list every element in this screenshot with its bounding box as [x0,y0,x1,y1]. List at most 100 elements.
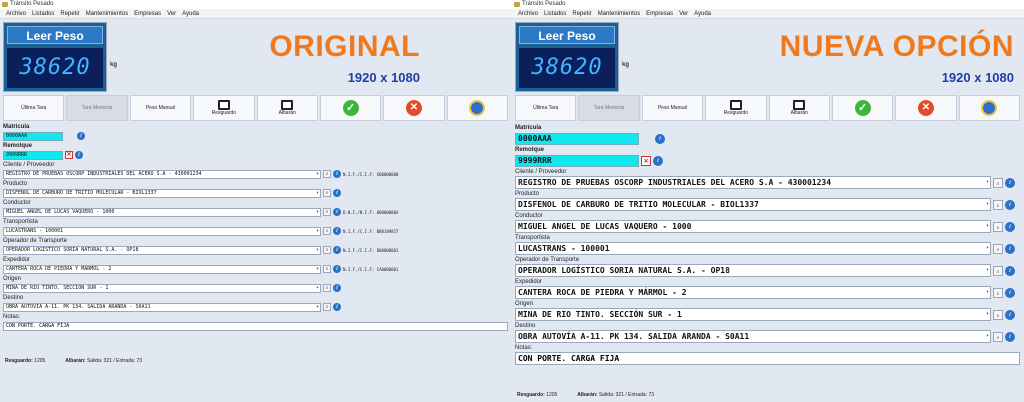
info-icon[interactable]: i [1005,199,1015,210]
operador-label: Operador de Transporte [3,238,68,244]
search-icon[interactable]: ⌕ [323,170,331,178]
info-icon[interactable]: i [333,303,341,311]
albaran-button[interactable]: Albarán [768,95,830,121]
search-icon[interactable]: ⌕ [993,331,1003,342]
search-icon[interactable]: ⌕ [323,265,331,273]
menu-empresas[interactable]: Empresas [134,9,161,18]
read-weight-button[interactable]: Leer Peso [7,26,103,44]
albaran-button[interactable]: Albarán [256,95,318,121]
info-icon[interactable]: i [1005,243,1015,254]
destino-combo[interactable]: OBRA AUTOVÍA A-11. PK 134. SALIDA ARANDA… [3,302,321,312]
search-icon[interactable]: ⌕ [993,199,1003,210]
menu-ver[interactable]: Ver [679,9,688,18]
menu-listados[interactable]: Listados [544,9,566,18]
remolque-input[interactable]: 9999RRR [515,154,639,167]
info-icon[interactable]: i [653,155,663,166]
menu-archivo[interactable]: Archivo [6,9,26,18]
tara-memoria-button[interactable]: Tara Memoria [66,95,128,121]
operador-combo[interactable]: OPERADOR LOGÍSTICO SORIA NATURAL S.A. - … [3,245,321,255]
info-icon[interactable]: i [333,284,341,292]
destino-value: OBRA AUTOVÍA A-11. PK 134. SALIDA ARANDA… [6,303,151,310]
info-icon[interactable]: i [75,151,83,159]
menu-ayuda[interactable]: Ayuda [182,9,199,18]
search-icon[interactable]: ⌕ [993,177,1003,188]
web-button[interactable] [446,95,508,121]
destino-combo[interactable]: OBRA AUTOVÍA A-11. PK 134. SALIDA ARANDA… [515,330,991,343]
tara-memoria-button[interactable]: Tara Memoria [578,95,640,121]
search-icon[interactable]: ⌕ [323,189,331,197]
notas-input[interactable]: CON PORTE. CARGA FIJA [3,321,508,331]
producto-combo[interactable]: DISFENOL DE CARBURO DE TRITIO MOLECULAR … [3,188,321,198]
info-icon[interactable]: i [333,208,341,216]
delete-icon[interactable]: ✕ [641,155,651,166]
ok-icon: ✓ [342,100,359,116]
search-icon[interactable]: ⌕ [993,243,1003,254]
search-icon[interactable]: ⌕ [323,246,331,254]
origen-combo[interactable]: MINA DE RIO TINTO. SECCIÓN SUR - 1 ▾ [3,283,321,293]
info-icon[interactable]: i [333,189,341,197]
origen-combo[interactable]: MINA DE RIO TINTO. SECCIÓN SUR - 1 ▾ [515,308,991,321]
expedidor-combo[interactable]: CANTERA ROCA DE PIEDRA Y MÁRMOL - 2 ▾ [3,264,321,274]
transportista-combo[interactable]: LUCASTRANS - 100001 ▾ [515,242,991,255]
menu-ayuda[interactable]: Ayuda [694,9,711,18]
conductor-combo[interactable]: MIGUEL ANGEL DE LUCAS VAQUERO - 1000 ▾ [515,220,991,233]
cancel-button[interactable]: ✕ [895,95,957,121]
search-icon[interactable]: ⌕ [323,208,331,216]
matricula-input[interactable]: 0000AAA [3,131,63,141]
remolque-input[interactable]: 9999RRR [3,150,63,160]
info-icon[interactable]: i [1005,331,1015,342]
menu-empresas[interactable]: Empresas [646,9,673,18]
notas-input[interactable]: CON PORTE. CARGA FIJA [515,352,1020,365]
menu-ver[interactable]: Ver [167,9,176,18]
cliente-combo[interactable]: REGISTRO DE PRUEBAS OSCORP INDUSTRIALES … [3,169,321,179]
read-weight-button[interactable]: Leer Peso [519,26,615,44]
operador-combo[interactable]: OPERADOR LOGÍSTICO SORIA NATURAL S.A. - … [515,264,991,277]
matricula-input[interactable]: 0000AAA [515,132,639,145]
search-icon[interactable]: ⌕ [993,265,1003,276]
menu-repetir[interactable]: Repetir [60,9,79,18]
search-icon[interactable]: ⌕ [993,221,1003,232]
menu-mantenimientos[interactable]: Mantenimientos [86,9,128,18]
ultima-tara-button[interactable]: Última Tara [3,95,65,121]
search-icon[interactable]: ⌕ [993,309,1003,320]
search-icon[interactable]: ⌕ [323,284,331,292]
menu-mantenimientos[interactable]: Mantenimientos [598,9,640,18]
info-icon[interactable]: i [333,170,341,178]
cliente-combo[interactable]: REGISTRO DE PRUEBAS OSCORP INDUSTRIALES … [515,176,991,189]
menu-archivo[interactable]: Archivo [518,9,538,18]
info-icon[interactable]: i [1005,221,1015,232]
info-icon[interactable]: i [77,132,85,140]
albaran-footer-label: Albarán: [577,392,598,398]
search-icon[interactable]: ⌕ [323,303,331,311]
transportista-combo[interactable]: LUCASTRANS - 100001 ▾ [3,226,321,236]
menu-repetir[interactable]: Repetir [572,9,591,18]
resguardo-button[interactable]: Resguardo [193,95,255,121]
peso-manual-button[interactable]: Peso Manual [129,95,192,121]
menu-listados[interactable]: Listados [32,9,54,18]
transportista-label: Transportista [3,219,38,225]
web-button[interactable] [958,95,1020,121]
info-icon[interactable]: i [1005,177,1015,188]
accept-button[interactable]: ✓ [319,95,382,121]
info-icon[interactable]: i [1005,265,1015,276]
info-icon[interactable]: i [333,227,341,235]
info-icon[interactable]: i [333,265,341,273]
accept-button[interactable]: ✓ [831,95,894,121]
info-icon[interactable]: i [655,133,665,144]
resguardo-button[interactable]: Resguardo [705,95,767,121]
info-icon[interactable]: i [1005,287,1015,298]
search-icon[interactable]: ⌕ [323,227,331,235]
expedidor-value: CANTERA ROCA DE PIEDRA Y MÁRMOL - 2 [6,265,112,272]
chevron-down-icon: ▾ [315,284,319,291]
cancel-button[interactable]: ✕ [383,95,445,121]
search-icon[interactable]: ⌕ [993,287,1003,298]
delete-icon[interactable]: ✕ [65,151,73,159]
ultima-tara-button[interactable]: Última Tara [515,95,577,121]
producto-combo[interactable]: DISFENOL DE CARBURO DE TRITIO MOLECULAR … [515,198,991,211]
info-icon[interactable]: i [333,246,341,254]
conductor-combo[interactable]: MIGUEL ANGEL DE LUCAS VAQUERO - 1000 ▾ [3,207,321,217]
operador-value: OPERADOR LOGÍSTICO SORIA NATURAL S.A. - … [518,266,730,275]
peso-manual-button[interactable]: Peso Manual [641,95,704,121]
info-icon[interactable]: i [1005,309,1015,320]
expedidor-combo[interactable]: CANTERA ROCA DE PIEDRA Y MÁRMOL - 2 ▾ [515,286,991,299]
